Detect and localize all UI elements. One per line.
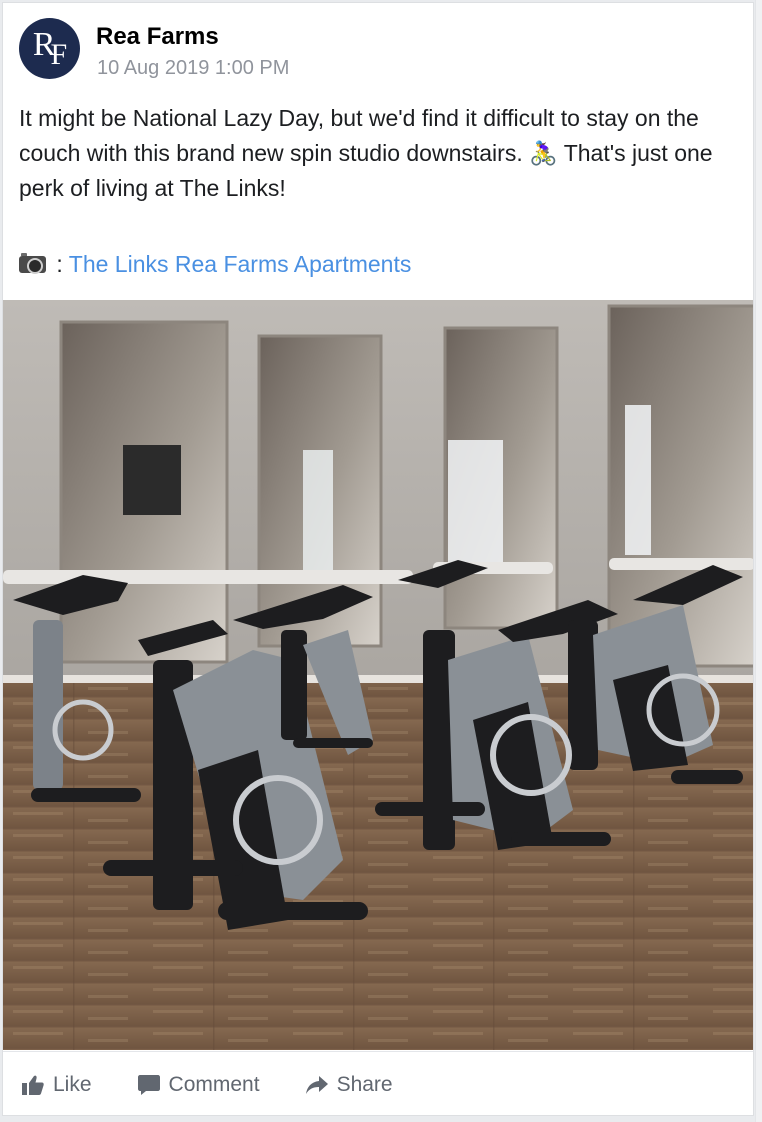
share-arrow-icon: [305, 1075, 328, 1094]
post-timestamp[interactable]: 10 Aug 2019 1:00 PM: [97, 57, 289, 80]
avatar-letter-f: F: [50, 37, 68, 71]
post-actions-bar: Like Comment Share: [3, 1051, 753, 1115]
avatar-letter-r: R: [32, 25, 56, 63]
post-text: It might be National Lazy Day, but we'd …: [19, 101, 741, 206]
avatar[interactable]: RF: [19, 18, 80, 79]
like-button[interactable]: Like: [22, 1073, 92, 1097]
page-name[interactable]: Rea Farms: [96, 23, 219, 51]
post-card: RF Rea Farms 10 Aug 2019 1:00 PM It migh…: [2, 2, 754, 1116]
share-button[interactable]: Share: [305, 1072, 393, 1097]
comment-button[interactable]: Comment: [137, 1072, 260, 1097]
post-body: It might be National Lazy Day, but we'd …: [19, 105, 713, 201]
camera-icon: [19, 253, 46, 274]
comment-label: Comment: [168, 1072, 260, 1096]
comment-bubble-icon: [137, 1074, 160, 1095]
credit-link[interactable]: The Links Rea Farms Apartments: [69, 251, 412, 277]
thumbs-up-icon: [22, 1075, 44, 1095]
photo-credit: : The Links Rea Farms Apartments: [19, 247, 411, 281]
share-label: Share: [336, 1072, 393, 1096]
scrollbar-track[interactable]: [755, 0, 762, 1122]
spin-studio-photo: [3, 300, 753, 1050]
credit-separator: :: [56, 251, 63, 277]
like-label: Like: [53, 1072, 92, 1096]
post-photo[interactable]: [3, 300, 753, 1050]
